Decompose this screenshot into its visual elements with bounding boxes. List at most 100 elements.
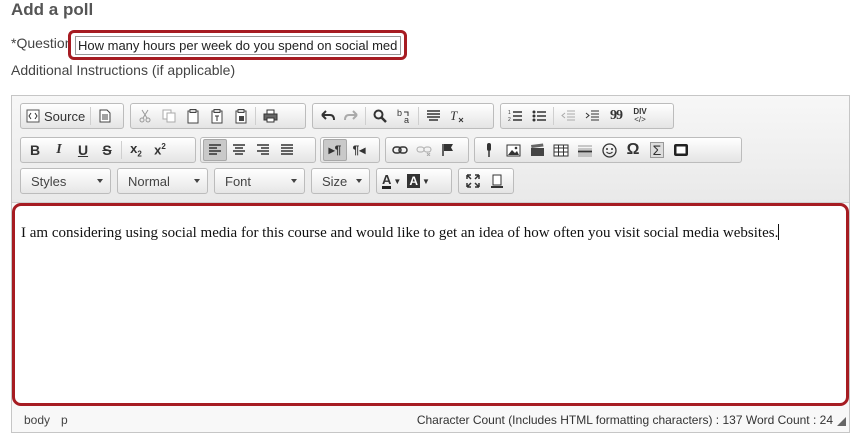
- chevron-down-icon: ▼: [393, 176, 402, 186]
- format-dropdown[interactable]: Normal: [117, 168, 208, 194]
- div-icon: DIV </>: [633, 108, 646, 124]
- chevron-down-icon: [356, 179, 362, 183]
- subscript-mark: 2: [137, 149, 142, 159]
- select-all-button[interactable]: [421, 105, 445, 127]
- horizontal-rule-icon: [578, 145, 592, 156]
- background-color-icon: A: [407, 174, 420, 188]
- svg-text:1: 1: [508, 110, 511, 116]
- copy-button[interactable]: [157, 105, 181, 127]
- underline-button[interactable]: U: [71, 139, 95, 161]
- svg-text:b: b: [397, 108, 402, 118]
- link-button[interactable]: [388, 139, 412, 161]
- toolbar-group-clipboard: [130, 103, 306, 129]
- paste-button[interactable]: [181, 105, 205, 127]
- show-blocks-button[interactable]: [485, 170, 509, 192]
- indent-icon: [585, 110, 599, 121]
- rich-text-editor: Source b a T 1 2 99 DIV </> B I U S x2 x…: [11, 95, 850, 433]
- question-input[interactable]: [75, 36, 401, 55]
- element-path-p[interactable]: p: [61, 413, 68, 427]
- paste-word-button[interactable]: [229, 105, 253, 127]
- printer-icon: [263, 109, 277, 123]
- show-blocks-icon: [491, 174, 503, 188]
- ltr-button[interactable]: ▸¶: [323, 139, 347, 161]
- clipboard-icon: [187, 108, 199, 123]
- styles-dropdown[interactable]: Styles: [20, 168, 111, 194]
- preview-button[interactable]: [93, 105, 117, 127]
- rtl-icon: ¶◂: [352, 143, 366, 157]
- blockquote-button[interactable]: 99: [604, 105, 628, 127]
- video-button[interactable]: [525, 139, 549, 161]
- image-button[interactable]: [501, 139, 525, 161]
- toolbar-group-basic-styles: B I U S x2 x2: [20, 137, 196, 163]
- replace-button[interactable]: ba: [392, 105, 416, 127]
- toolbar-separator: [418, 107, 419, 125]
- additional-instructions-label: Additional Instructions (if applicable): [11, 62, 236, 78]
- select-all-icon: [426, 110, 440, 121]
- paste-text-button[interactable]: [205, 105, 229, 127]
- flag-icon: [442, 144, 453, 156]
- embed-button[interactable]: [669, 139, 693, 161]
- toolbar-group-document: Source: [20, 103, 124, 129]
- media-button[interactable]: [477, 139, 501, 161]
- create-div-button[interactable]: DIV </>: [628, 105, 652, 127]
- remove-format-button[interactable]: T: [445, 105, 469, 127]
- omega-icon: Ω: [626, 141, 640, 158]
- font-dropdown[interactable]: Font: [214, 168, 305, 194]
- bold-button[interactable]: B: [23, 139, 47, 161]
- toolbar-separator: [90, 107, 92, 125]
- strikethrough-icon: S: [102, 142, 112, 158]
- redo-button[interactable]: [339, 105, 363, 127]
- superscript-button[interactable]: x2: [148, 139, 172, 161]
- styles-dropdown-label: Styles: [31, 173, 67, 189]
- unlink-button[interactable]: [412, 139, 436, 161]
- background-color-button[interactable]: A ▼: [404, 170, 433, 192]
- table-button[interactable]: [549, 139, 573, 161]
- smiley-button[interactable]: [597, 139, 621, 161]
- superscript-mark: 2: [161, 142, 166, 152]
- toolbar-group-align: [200, 137, 316, 163]
- smiley-icon: [601, 142, 617, 158]
- maximize-button[interactable]: [461, 170, 485, 192]
- size-dropdown[interactable]: Size: [311, 168, 370, 194]
- indent-button[interactable]: [580, 105, 604, 127]
- paste-text-icon: [211, 108, 223, 123]
- div-code-icon: </>: [634, 115, 646, 124]
- italic-button[interactable]: I: [47, 139, 71, 161]
- outdent-icon: [560, 110, 575, 121]
- cut-button[interactable]: [133, 105, 157, 127]
- clapperboard-icon: [530, 143, 544, 156]
- justify-button[interactable]: [275, 139, 299, 161]
- print-button[interactable]: [258, 105, 282, 127]
- math-button[interactable]: Σ: [645, 139, 669, 161]
- align-right-button[interactable]: [251, 139, 275, 161]
- resize-handle-icon[interactable]: [837, 417, 846, 426]
- numbered-list-button[interactable]: 12: [503, 105, 527, 127]
- align-left-button[interactable]: [203, 139, 227, 161]
- anchor-button[interactable]: [436, 139, 460, 161]
- undo-button[interactable]: [315, 105, 339, 127]
- quote-icon: 99: [610, 108, 623, 123]
- superscript-icon: x2: [154, 142, 166, 157]
- source-button[interactable]: Source: [23, 105, 88, 127]
- toolbar-separator: [553, 107, 554, 125]
- toolbar-group-paragraph: 12 99 DIV </>: [500, 103, 674, 129]
- editor-content[interactable]: I am considering using social media for …: [21, 224, 831, 242]
- align-left-icon: [209, 144, 221, 155]
- strikethrough-button[interactable]: S: [95, 139, 119, 161]
- bulleted-list-button[interactable]: [527, 105, 551, 127]
- sigma-icon: Σ: [649, 142, 665, 158]
- toolbar-group-direction: ▸¶ ¶◂: [320, 137, 380, 163]
- horizontal-rule-button[interactable]: [573, 139, 597, 161]
- element-path-body[interactable]: body: [24, 413, 50, 427]
- outdent-button[interactable]: [556, 105, 580, 127]
- special-char-button[interactable]: Ω: [621, 139, 645, 161]
- copy-icon: [162, 109, 176, 123]
- align-center-button[interactable]: [227, 139, 251, 161]
- find-button[interactable]: [368, 105, 392, 127]
- text-color-button[interactable]: A ▼: [379, 170, 404, 192]
- toolbar-group-tools: [458, 168, 514, 194]
- subscript-button[interactable]: x2: [124, 139, 148, 161]
- toolbar-separator: [255, 107, 256, 125]
- embed-icon: [674, 144, 688, 156]
- rtl-button[interactable]: ¶◂: [347, 139, 371, 161]
